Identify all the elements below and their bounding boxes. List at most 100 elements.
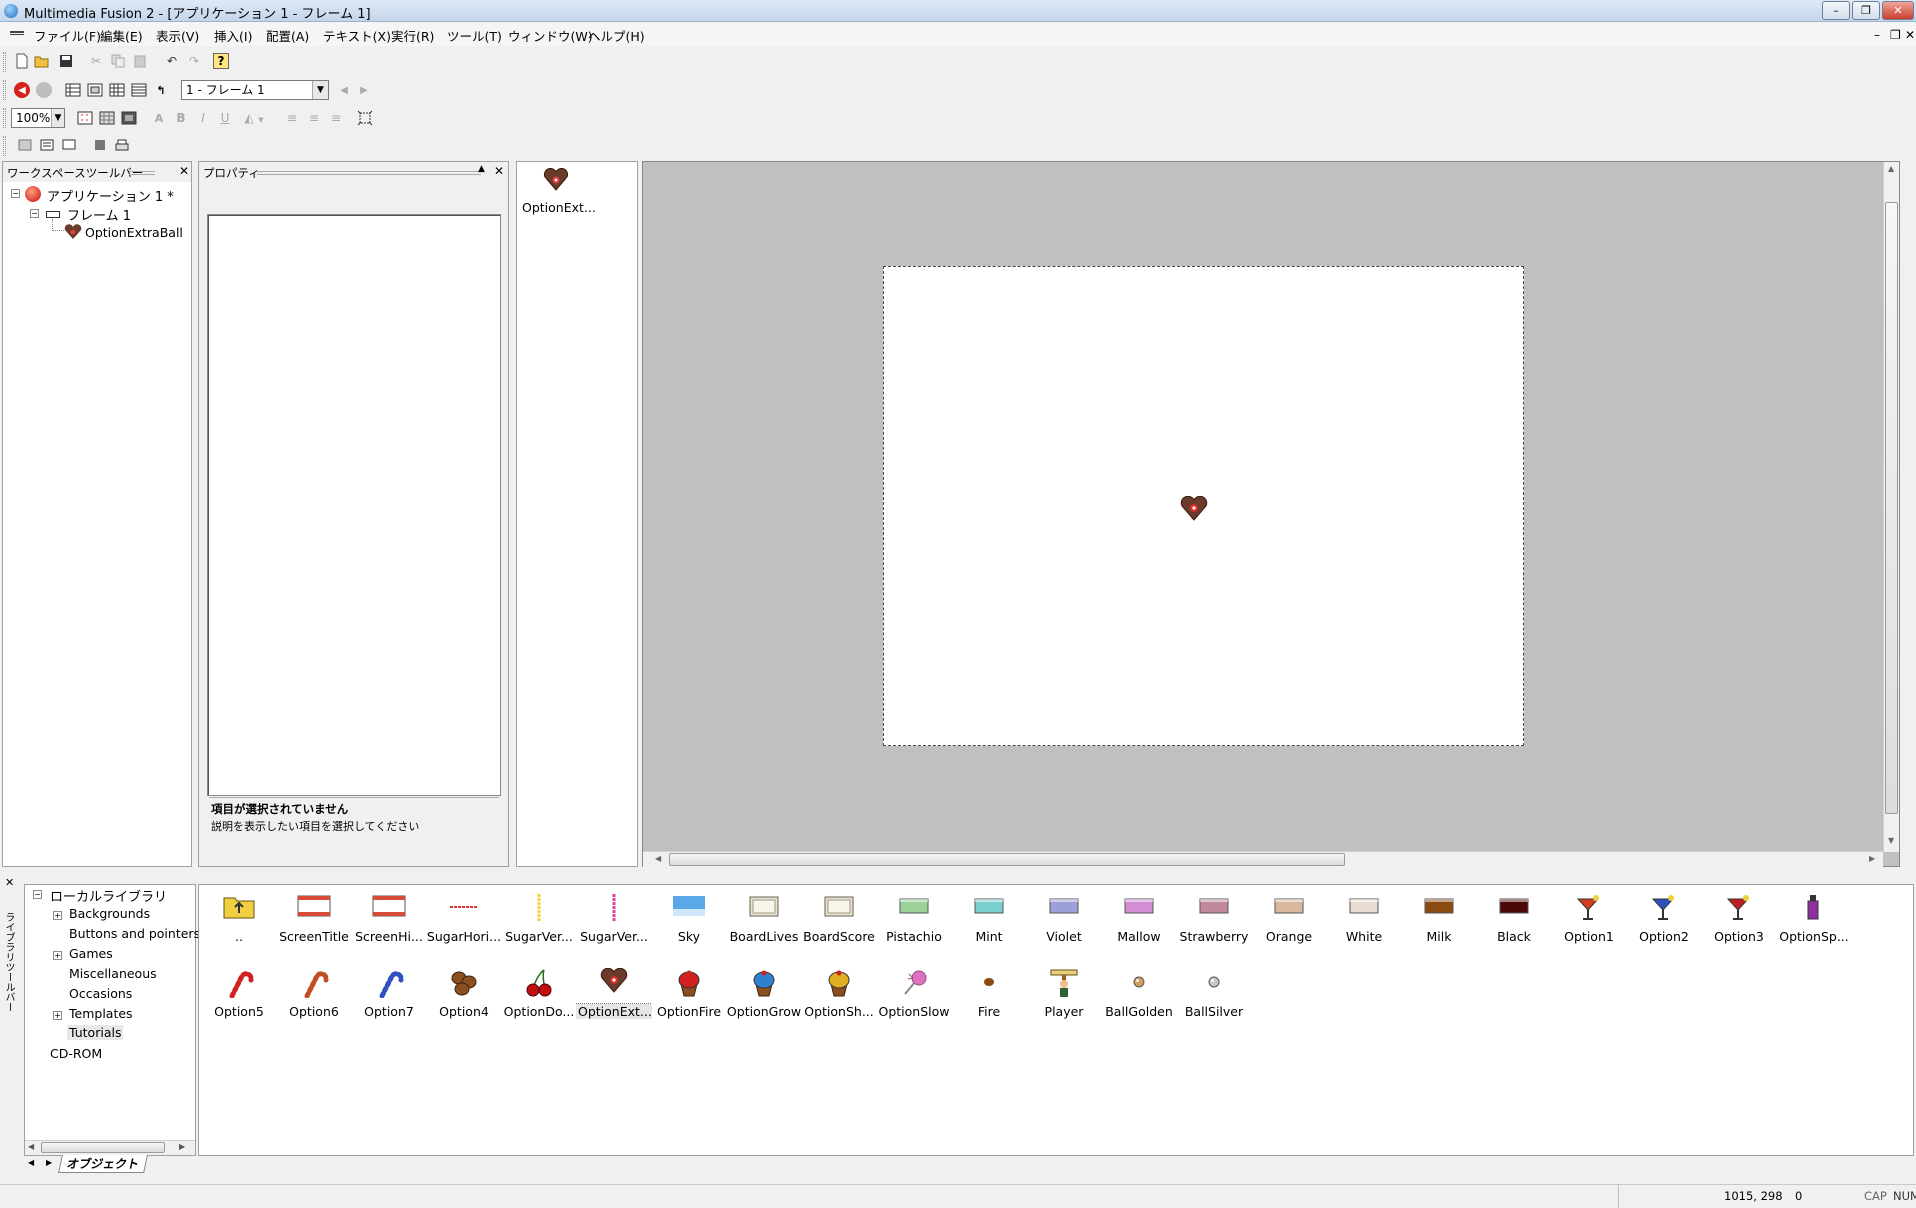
library-object-23[interactable]: Option5 <box>201 968 277 1019</box>
scroll-thumb[interactable] <box>1885 202 1898 814</box>
new-icon[interactable] <box>14 53 30 69</box>
menu-window[interactable]: ウィンドウ(W) <box>508 26 593 45</box>
redo-icon[interactable]: ↷ <box>186 53 202 69</box>
library-item-templates[interactable]: Templates <box>69 1006 133 1021</box>
library-item-miscellaneous[interactable]: Miscellaneous <box>69 966 157 981</box>
library-object-35[interactable]: BallGolden <box>1101 968 1177 1019</box>
minimize-button[interactable]: – <box>1822 1 1850 20</box>
library-object-12[interactable]: Violet <box>1026 893 1102 944</box>
collapse-icon[interactable]: − <box>11 189 20 198</box>
paste-icon[interactable] <box>132 53 148 69</box>
frame-editor[interactable]: ▲ ▼ ◀ ▶ <box>642 161 1900 867</box>
library-object-17[interactable]: Milk <box>1401 893 1477 944</box>
system-menu-icon[interactable] <box>10 31 24 35</box>
expand-icon[interactable]: + <box>53 1011 62 1020</box>
grid-icon[interactable] <box>77 110 93 126</box>
close-icon[interactable]: ✕ <box>179 164 189 178</box>
menu-run[interactable]: 実行(R) <box>391 26 434 45</box>
mdi-minimize-button[interactable]: – <box>1874 28 1880 42</box>
mdi-restore-button[interactable]: ❐ <box>1890 28 1901 42</box>
align-center-icon[interactable]: ≡ <box>306 110 322 126</box>
vertical-scrollbar[interactable]: ▲ ▼ <box>1883 162 1899 852</box>
undo-icon[interactable]: ↶ <box>164 53 180 69</box>
frame-editor-icon[interactable] <box>87 82 103 98</box>
library-object-31[interactable]: OptionSh... <box>801 968 877 1019</box>
heart-donut-object[interactable] <box>1180 496 1208 522</box>
stop-icon[interactable]: ◀ <box>14 82 30 98</box>
library-object-22[interactable]: OptionSp... <box>1776 893 1852 944</box>
underline-button[interactable]: U <box>217 110 233 126</box>
panel-grip[interactable] <box>257 171 481 175</box>
scroll-left-icon[interactable]: ◀ <box>655 854 661 863</box>
library-object-4[interactable]: SugarHori... <box>426 893 502 944</box>
zoom-dropdown[interactable]: 100% ▼ <box>11 108 65 128</box>
show-all-layers-icon[interactable] <box>121 110 137 126</box>
tab-scroll-right-icon[interactable]: ▶ <box>46 1158 52 1167</box>
library-object-15[interactable]: Orange <box>1251 893 1327 944</box>
library-item-backgrounds[interactable]: Backgrounds <box>69 906 150 921</box>
heart-donut-icon[interactable] <box>543 168 569 192</box>
bold-button[interactable]: B <box>173 110 189 126</box>
library-object-14[interactable]: Strawberry <box>1176 893 1252 944</box>
library-object-2[interactable]: ScreenTitle <box>276 893 352 944</box>
library-item-buttons[interactable]: Buttons and pointers <box>69 926 200 941</box>
library-object-21[interactable]: Option3 <box>1701 893 1777 944</box>
frame-select-dropdown[interactable]: 1 - フレーム 1 ▼ <box>181 80 329 100</box>
scroll-right-icon[interactable]: ▶ <box>179 1142 185 1151</box>
library-object-5[interactable]: SugarVer... <box>501 893 577 944</box>
menu-tools[interactable]: ツール(T) <box>447 26 502 45</box>
library-root[interactable]: ローカルライブラリ <box>50 886 167 905</box>
library-object-9[interactable]: BoardScore <box>801 893 877 944</box>
storyboard-editor-icon[interactable] <box>65 82 81 98</box>
library-object-16[interactable]: White <box>1326 893 1402 944</box>
library-object-26[interactable]: Option4 <box>426 968 502 1019</box>
next-frame-icon[interactable]: ▶ <box>356 82 372 98</box>
event-editor-icon[interactable] <box>109 82 125 98</box>
snap-icon[interactable] <box>99 110 115 126</box>
maximize-button[interactable]: ❐ <box>1852 1 1880 20</box>
collapse-icon[interactable]: − <box>30 209 39 218</box>
library-object-10[interactable]: Pistachio <box>876 893 952 944</box>
library-item-occasions[interactable]: Occasions <box>69 986 132 1001</box>
scroll-up-icon[interactable]: ▲ <box>1888 164 1894 173</box>
fit-window-icon[interactable] <box>357 110 373 126</box>
menu-insert[interactable]: 挿入(I) <box>214 26 252 45</box>
scroll-left-icon[interactable]: ◀ <box>28 1142 34 1151</box>
library-object-19[interactable]: Option1 <box>1551 893 1627 944</box>
library-object-3[interactable]: ScreenHi... <box>351 893 427 944</box>
print-icon[interactable] <box>114 137 130 153</box>
tab-scroll-left-icon[interactable]: ◀ <box>28 1158 34 1167</box>
library-object-32[interactable]: OptionSlow <box>876 968 952 1019</box>
library-object-6[interactable]: SugarVer... <box>576 893 652 944</box>
frame-canvas[interactable] <box>883 266 1524 746</box>
help-icon[interactable]: ? <box>213 53 229 69</box>
library-object-11[interactable]: Mint <box>951 893 1027 944</box>
library-object-13[interactable]: Mallow <box>1101 893 1177 944</box>
tree-item-frame[interactable]: フレーム 1 <box>67 205 131 224</box>
library-item-tutorials[interactable]: Tutorials <box>67 1025 124 1040</box>
properties-list[interactable] <box>207 214 501 796</box>
pin-icon[interactable]: ▲ <box>478 164 485 174</box>
window-icon[interactable] <box>17 137 33 153</box>
close-icon[interactable]: ✕ <box>5 876 14 889</box>
menu-help[interactable]: ヘルプ(H) <box>588 26 645 45</box>
record-icon[interactable] <box>36 82 52 98</box>
cut-icon[interactable]: ✂ <box>88 53 104 69</box>
library-object-24[interactable]: Option6 <box>276 968 352 1019</box>
scroll-thumb[interactable] <box>41 1142 165 1153</box>
library-object-7[interactable]: Sky <box>651 893 727 944</box>
data-elements-icon[interactable]: ↰ <box>153 82 169 98</box>
menu-file[interactable]: ファイル(F) <box>34 26 101 45</box>
mdi-close-button[interactable]: ✕ <box>1905 28 1915 42</box>
library-object-27[interactable]: OptionDo... <box>501 968 577 1019</box>
collapse-icon[interactable]: − <box>33 890 42 899</box>
library-object-36[interactable]: BallSilver <box>1176 968 1252 1019</box>
library-item-cdrom[interactable]: CD-ROM <box>50 1046 102 1061</box>
scroll-right-icon[interactable]: ▶ <box>1869 854 1875 863</box>
save-icon[interactable] <box>58 53 74 69</box>
frame-object-label[interactable]: OptionExt... <box>522 200 596 215</box>
layers-icon[interactable] <box>61 137 77 153</box>
library-object-18[interactable]: Black <box>1476 893 1552 944</box>
library-object-25[interactable]: Option7 <box>351 968 427 1019</box>
align-right-icon[interactable]: ≡ <box>328 110 344 126</box>
